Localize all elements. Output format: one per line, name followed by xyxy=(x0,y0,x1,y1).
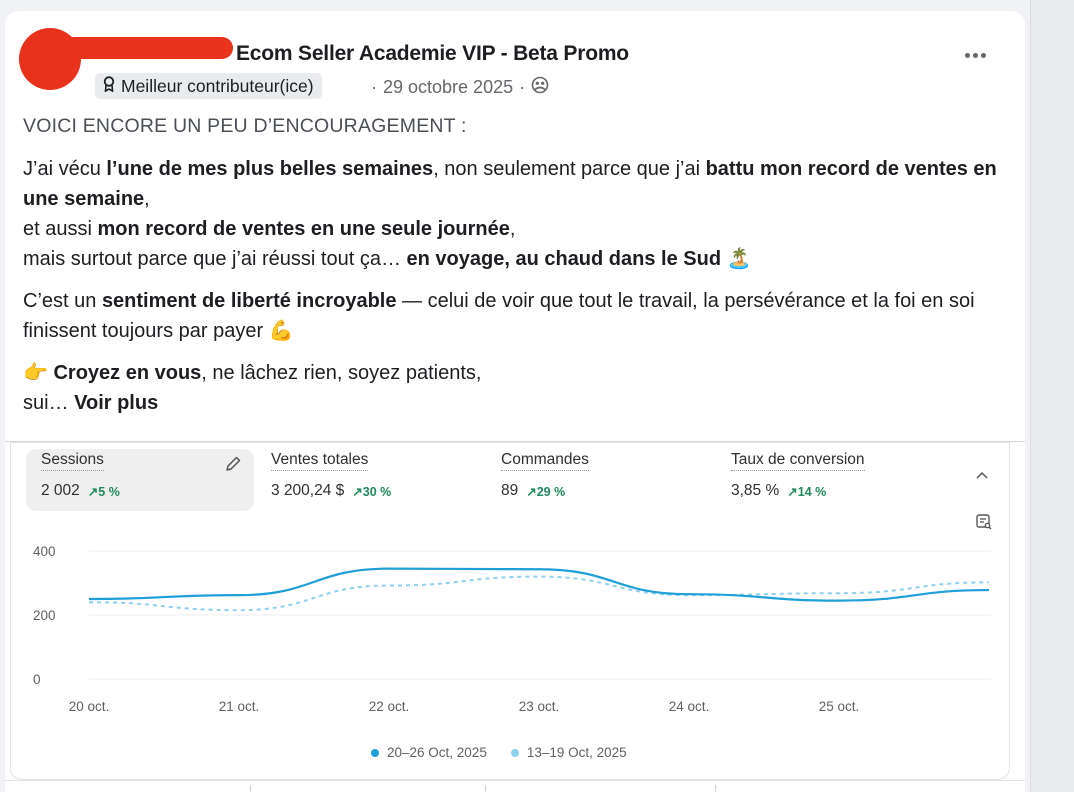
divider xyxy=(250,785,251,792)
x-tick-label: 25 oct. xyxy=(819,699,860,714)
series-line-previous xyxy=(88,575,990,612)
award-icon xyxy=(103,75,115,97)
more-options-icon[interactable] xyxy=(965,53,986,58)
post-heading: VOICI ENCORE UN PEU D’ENCOURAGEMENT : xyxy=(23,115,467,137)
members-audience-icon[interactable] xyxy=(531,76,549,99)
x-tick-label: 23 oct. xyxy=(519,699,560,714)
text: , non seulement parce que j’ai xyxy=(433,158,706,180)
text: C’est un xyxy=(23,290,102,312)
series-line-current xyxy=(88,567,990,602)
x-tick-label: 21 oct. xyxy=(219,699,260,714)
paragraph-1: J’ai vécu l’une de mes plus belles semai… xyxy=(23,154,1013,274)
paragraph-3: 👉 Croyez en vous, ne lâchez rien, soyez … xyxy=(23,358,1013,418)
text-bold: sentiment de liberté incroyable xyxy=(101,290,397,312)
redacted-author-name xyxy=(63,37,233,59)
pointing-hand-emoji: 👉 xyxy=(23,362,48,384)
badge-label: Meilleur contributeur(ice) xyxy=(121,75,314,96)
text: et aussi xyxy=(23,218,98,240)
x-tick-label: 22 oct. xyxy=(369,699,410,714)
y-tick-label: 0 xyxy=(33,672,41,687)
divider xyxy=(485,785,486,792)
flexed-biceps-emoji: 💪 xyxy=(268,320,294,342)
post-body: VOICI ENCORE UN PEU D’ENCOURAGEMENT : J’… xyxy=(23,115,1013,418)
separator: · xyxy=(371,77,377,97)
separator: · xyxy=(519,77,526,97)
text: J’ai vécu xyxy=(23,158,107,180)
divider xyxy=(715,785,716,792)
chart-legend: 20–26 Oct, 2025 13–19 Oct, 2025 xyxy=(371,745,627,760)
x-tick-label: 20 oct. xyxy=(69,699,110,714)
analytics-screenshot: Sessions 2 002 ↗5 % Ventes totales 3 200,… xyxy=(10,442,1010,780)
text: , xyxy=(144,188,150,210)
paragraph-2: C’est un sentiment de liberté incroyable… xyxy=(23,286,1013,346)
post-meta: · 29 octobre 2025 · xyxy=(371,76,549,99)
contributor-badge[interactable]: Meilleur contributeur(ice) xyxy=(95,73,322,99)
island-emoji: 🏝️ xyxy=(726,248,752,270)
text: , ne lâchez rien, soyez patients, xyxy=(201,362,482,384)
text-bold: l’une de mes plus belles semaines xyxy=(106,158,434,180)
text-bold: Croyez en vous xyxy=(53,362,202,384)
legend-dot xyxy=(371,748,379,757)
x-tick-label: 24 oct. xyxy=(669,699,710,714)
text-bold: en voyage, au chaud dans le Sud xyxy=(406,248,722,270)
text: , xyxy=(509,218,516,240)
see-more-link[interactable]: Voir plus xyxy=(74,392,158,414)
legend-item-current[interactable]: 20–26 Oct, 2025 xyxy=(371,745,487,760)
text: sui… xyxy=(23,392,75,414)
text-bold: mon record de ventes en une seule journé… xyxy=(97,218,510,240)
post-date[interactable]: 29 octobre 2025 xyxy=(383,77,513,98)
y-tick-label: 200 xyxy=(33,608,56,623)
sessions-line-chart: 0 200 400 20 oct. 21 oct. 22 oct. 23 oct. 24 oc… xyxy=(33,544,991,714)
next-dashboard-strip xyxy=(5,780,1025,792)
group-name-link[interactable]: Ecom Seller Academie VIP - Beta Promo xyxy=(236,42,629,66)
text: mais surtout parce que j’ai réussi tout … xyxy=(23,248,407,270)
legend-dot xyxy=(510,748,519,757)
right-side-panel xyxy=(1030,0,1074,792)
y-tick-label: 400 xyxy=(33,544,56,559)
legend-item-previous[interactable]: 13–19 Oct, 2025 xyxy=(510,745,627,760)
legend-label: 20–26 Oct, 2025 xyxy=(387,745,487,760)
legend-label: 13–19 Oct, 2025 xyxy=(526,745,627,760)
